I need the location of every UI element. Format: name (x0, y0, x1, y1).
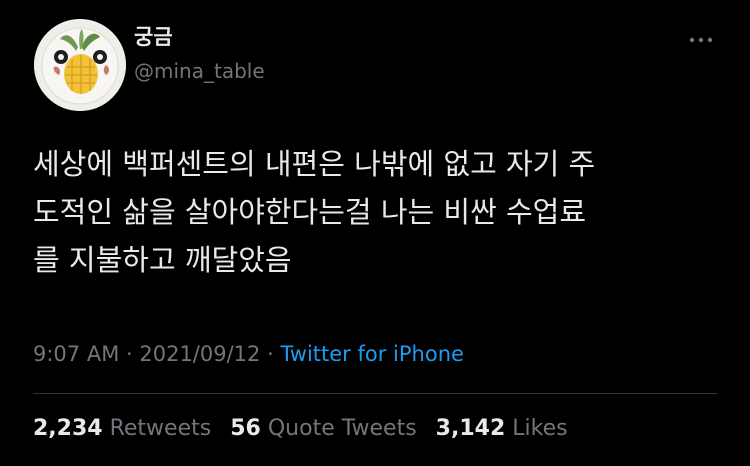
likes-label: Likes (512, 416, 568, 441)
quote-tweets-stat[interactable]: 56 Quote Tweets (230, 416, 423, 441)
display-name[interactable]: 궁금 (134, 24, 173, 50)
quote-tweets-label: Quote Tweets (267, 416, 417, 441)
tweet-meta: 9:07 AM · 2021/09/12 · Twitter for iPhon… (33, 340, 464, 368)
user-handle[interactable]: @mina_table (134, 58, 265, 84)
tweet-source-link[interactable]: Twitter for iPhone (280, 342, 464, 366)
tweet-time[interactable]: 9:07 AM (33, 342, 119, 366)
tweet-text-line: 도적인 삶을 살아야한다는걸 나는 비싼 수업료 (33, 195, 587, 229)
tweet-text: 세상에 백퍼센트의 내편은 나밖에 없고 자기 주 도적인 삶을 살아야한다는걸… (33, 140, 723, 284)
tweet-text-line: 세상에 백퍼센트의 내편은 나밖에 없고 자기 주 (33, 147, 596, 181)
avatar[interactable] (34, 19, 126, 111)
tweet-date[interactable]: 2021/09/12 (139, 342, 260, 366)
more-horizontal-icon[interactable] (683, 30, 719, 50)
retweets-count: 2,234 (33, 416, 103, 441)
meta-separator: · (260, 342, 281, 366)
divider (33, 393, 717, 394)
likes-stat[interactable]: 3,142 Likes (436, 416, 568, 441)
tweet-detail: 궁금 @mina_table 세상에 백퍼센트의 내편은 나밖에 없고 자기 주… (0, 0, 750, 466)
likes-count: 3,142 (435, 416, 506, 441)
tweet-text-line: 를 지불하고 깨달았음 (33, 243, 292, 277)
tweet-stats: 2,234 Retweets 56 Quote Tweets 3,142 Lik… (33, 414, 580, 444)
avatar-plate-pineapple-icon (34, 19, 126, 111)
quote-tweets-count: 56 (230, 416, 261, 441)
retweets-label: Retweets (109, 416, 212, 441)
retweets-stat[interactable]: 2,234 Retweets (33, 416, 218, 441)
meta-separator: · (119, 342, 140, 366)
